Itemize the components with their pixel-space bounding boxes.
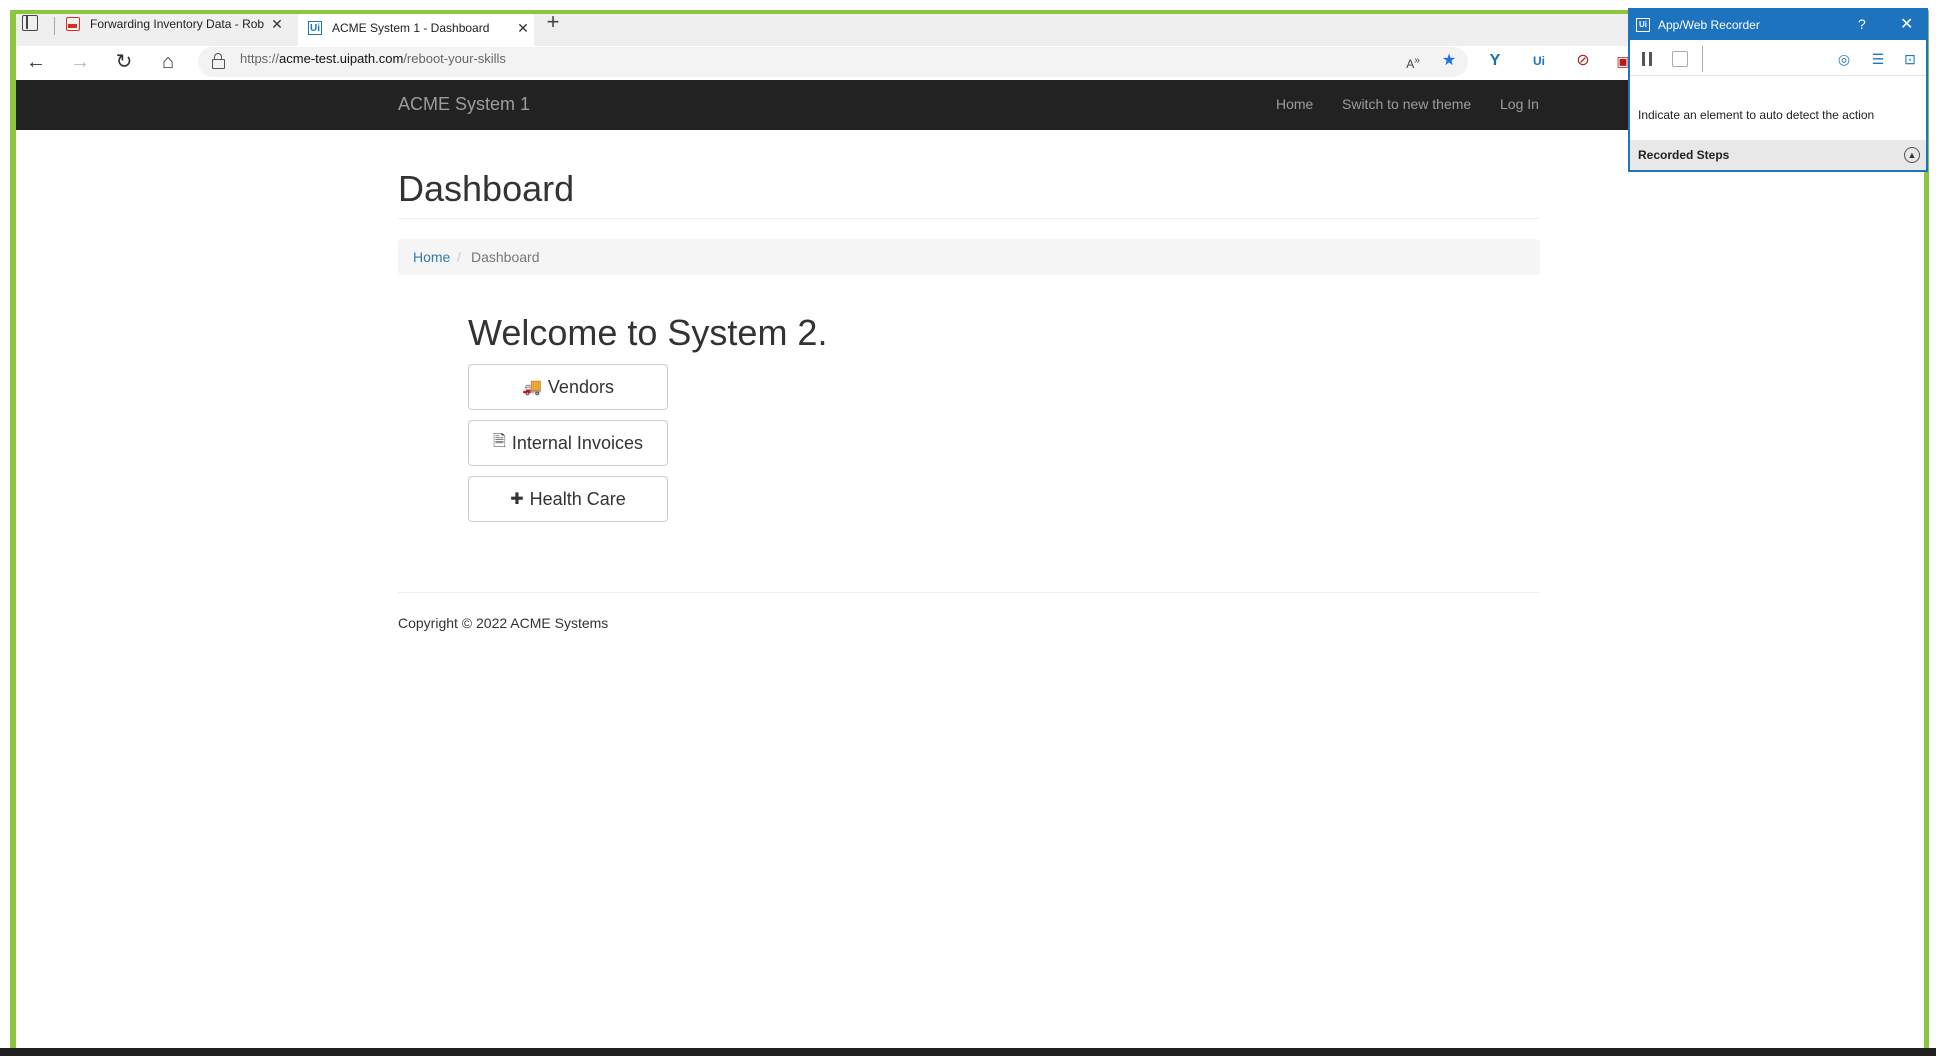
tab-title: Forwarding Inventory Data - Rob xyxy=(90,17,265,31)
page-title: Dashboard xyxy=(398,168,575,209)
read-aloud-icon[interactable]: A» xyxy=(1400,48,1426,74)
health-care-button-label: Health Care xyxy=(529,488,626,509)
target-icon[interactable]: ◎ xyxy=(1834,49,1854,69)
list-icon[interactable]: ☰ xyxy=(1868,49,1888,69)
breadcrumb-current: Dashboard xyxy=(471,249,540,265)
vendors-button-label: Vendors xyxy=(547,376,614,397)
toolbar-divider xyxy=(1702,46,1703,72)
recorder-toolbar: ◎ ☰ ⊡ xyxy=(1630,40,1926,76)
screen: Forwarding Inventory Data - Rob ✕ Ui ACM… xyxy=(0,0,1936,1056)
browser-tab-acme[interactable]: Ui ACME System 1 - Dashboard ✕ xyxy=(298,10,534,46)
close-icon[interactable]: ✕ xyxy=(266,16,288,33)
back-arrow-icon[interactable]: ← xyxy=(22,48,50,76)
nav-switch-theme-link[interactable]: Switch to new theme xyxy=(1342,96,1471,112)
medkit-icon: ✚ xyxy=(510,491,524,508)
divider xyxy=(398,218,1540,219)
uipath-extension-icon[interactable]: Ui xyxy=(1526,48,1552,74)
chevron-up-icon[interactable]: ▲ xyxy=(1904,147,1920,163)
recorder-title: App/Web Recorder xyxy=(1658,18,1760,32)
url-text[interactable]: https://acme-test.uipath.com/reboot-your… xyxy=(240,51,506,66)
nav-login-link[interactable]: Log In xyxy=(1500,96,1539,112)
extension-v-icon[interactable]: Y xyxy=(1482,48,1508,74)
breadcrumb-home-link[interactable]: Home xyxy=(413,249,450,265)
uipath-logo-icon: Ui xyxy=(1636,18,1650,32)
tab-actions-icon[interactable] xyxy=(22,15,38,31)
highlight-frame-left xyxy=(10,10,16,1050)
tab-title: ACME System 1 - Dashboard xyxy=(332,21,490,35)
home-icon[interactable]: ⌂ xyxy=(154,48,182,76)
breadcrumb-separator: / xyxy=(457,249,461,265)
help-icon[interactable]: ? xyxy=(1858,16,1866,32)
vendors-button[interactable]: 🚚 Vendors xyxy=(468,364,668,410)
recorder-instruction: Indicate an element to auto detect the a… xyxy=(1638,108,1875,122)
blocker-extension-icon[interactable]: ⊘ xyxy=(1570,48,1596,74)
nav-home-link[interactable]: Home xyxy=(1276,96,1313,112)
site-brand[interactable]: ACME System 1 xyxy=(398,94,530,115)
taskbar xyxy=(0,1048,1936,1056)
internal-invoices-button[interactable]: 🗎 Internal Invoices xyxy=(468,420,668,466)
pdf-icon xyxy=(66,17,80,31)
app-web-recorder-panel: Ui App/Web Recorder ? ✕ ◎ ☰ ⊡ Indicate a… xyxy=(1628,8,1928,172)
footer-copyright: Copyright © 2022 ACME Systems xyxy=(398,615,609,631)
footer-divider xyxy=(398,592,1540,593)
uipath-icon: Ui xyxy=(308,21,322,35)
recorded-steps-label: Recorded Steps xyxy=(1638,148,1730,162)
breadcrumb: Home / Dashboard xyxy=(398,239,1540,275)
pause-icon[interactable] xyxy=(1642,52,1652,66)
truck-icon: 🚚 xyxy=(522,379,542,396)
close-icon[interactable]: ✕ xyxy=(1900,14,1913,34)
health-care-button[interactable]: ✚ Health Care xyxy=(468,476,668,522)
forward-arrow-icon[interactable]: → xyxy=(66,48,94,76)
recorded-steps-header[interactable]: Recorded Steps ▲ xyxy=(1630,140,1926,170)
internal-invoices-button-label: Internal Invoices xyxy=(511,432,643,453)
invoice-icon: 🗎 xyxy=(493,432,506,450)
browser-tab-forwarding[interactable]: Forwarding Inventory Data - Rob ✕ xyxy=(56,10,288,38)
save-icon[interactable] xyxy=(1672,51,1688,67)
tab-divider xyxy=(54,17,55,35)
new-tab-icon[interactable]: + xyxy=(542,11,564,34)
lock-icon[interactable] xyxy=(212,53,225,69)
reload-icon[interactable]: ↻ xyxy=(110,48,138,76)
url-scheme: https:// xyxy=(240,51,280,66)
recorder-title-bar[interactable]: Ui App/Web Recorder ? ✕ xyxy=(1630,10,1926,40)
screen-select-icon[interactable]: ⊡ xyxy=(1900,49,1920,69)
url-host: acme-test.uipath.com xyxy=(279,51,404,66)
favorite-star-icon[interactable]: ★ xyxy=(1436,48,1462,74)
close-icon[interactable]: ✕ xyxy=(512,20,534,37)
url-path: /reboot-your-skills xyxy=(403,51,506,66)
welcome-heading: Welcome to System 2. xyxy=(468,312,828,353)
